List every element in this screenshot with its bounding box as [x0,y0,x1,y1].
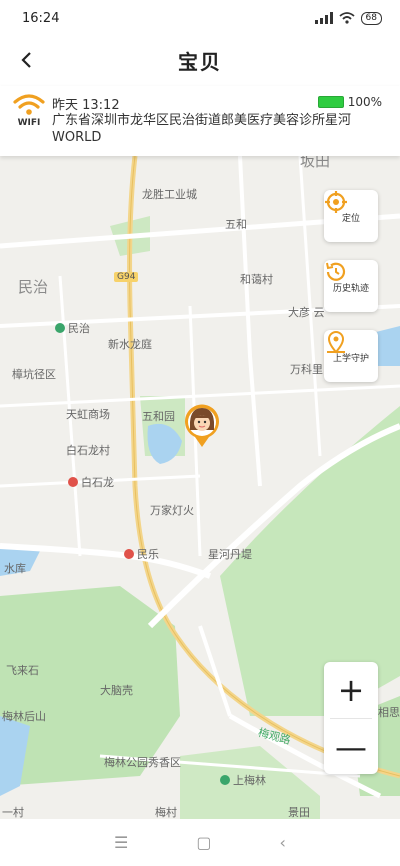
battery-icon [317,96,344,108]
wifi-status-icon [338,12,355,24]
map-label-meicun: 梅村 [155,806,177,819]
wifi-icon [13,94,45,115]
map-label-dafen: 大彦 云 [288,306,325,319]
nav-bar: 宝贝 [0,36,400,84]
system-navigation-bar: ☰ ▢ ‹ [0,819,400,866]
map-label-hefengcun: 和蔼村 [240,273,273,286]
menu-nav-button[interactable]: ☰ [114,833,128,852]
map-label-g94: G94 [114,272,139,282]
history-track-button[interactable]: 历史轨迹 [324,260,378,312]
map-label-meilinhoushan: 梅林后山 [2,710,46,723]
map-label-jingtian: 景田 [288,806,310,819]
map-label-xingheda: 星河丹堤 [208,548,252,561]
home-nav-button[interactable]: ▢ [196,833,211,852]
battery-status-icon: 68 [360,11,382,25]
map-label-yicun: 一村 [2,806,24,819]
back-button[interactable] [10,44,42,76]
map-label-shuiku: 水库 [4,562,26,575]
zoom-in-button[interactable]: + [324,662,378,718]
back-nav-button[interactable]: ‹ [280,833,286,852]
location-time: 昨天 13:12 [52,98,120,113]
map-label-wuhe: 五和 [225,218,247,231]
zoom-out-button[interactable]: — [324,719,378,775]
map-label-minle: 民乐 [124,546,159,562]
location-address: 广东省深圳市龙华区民治街道郎美医疗美容诊所星河WORLD [52,113,352,145]
map-label-danaoke: 大脑壳 [100,684,133,697]
map-label-zhangkengjingqu: 樟坑径区 [12,368,56,381]
map-label-minzhi-area: 民治 [18,278,49,296]
device-battery: 100% [317,95,382,109]
status-time: 16:24 [22,10,60,26]
signal-icon [314,12,333,24]
child-avatar-icon [185,404,219,447]
zoom-controls: + — [324,662,378,774]
map-label-tianhong: 天虹商场 [66,408,110,421]
map-label-xiangmi: 相思 [378,706,400,719]
battery-percent: 100% [347,95,382,109]
map-label-shangmeilin: 上梅林 [220,772,266,788]
page-title: 宝贝 [178,49,222,74]
map-label-meilinpark: 梅林公园秀香区 [104,756,181,769]
location-info-card: WIFI 昨天 13:12 100% 广东省深圳市龙华区民治街道郎美医疗美容诊所… [0,86,400,156]
map-label-bantian: 坂田 [300,156,331,170]
map-label-wankexu: 万科里 [290,363,323,376]
map-view[interactable]: 坂田 民治 龙胜工业城 五和 和蔼村 大彦 云 G94 民治 新水龙庭 樟坑径区… [0,156,400,819]
locate-button[interactable]: 定位 [324,190,378,242]
wifi-label: WIFI [17,118,41,128]
wifi-block: WIFI [12,94,46,128]
location-pin-icon [327,331,345,354]
map-label-baishilong: 白石龙 [68,474,114,490]
map-label-longsheng: 龙胜工业城 [142,188,197,201]
map-label-feilaishi: 飞来石 [6,664,39,677]
map-label-baishilong-text: 白石龙 [81,476,114,489]
status-icons: 68 [314,11,382,25]
chevron-left-icon [21,52,31,68]
map-label-minzhi-station-text: 民治 [68,322,90,335]
school-guard-button[interactable]: 上学守护 [324,330,378,382]
map-label-wuheyuan: 五和园 [142,410,175,423]
map-label-minzhi-station: 民治 [55,320,90,336]
map-label-minle-text: 民乐 [137,548,159,561]
map-label-shangmeilin-text: 上梅林 [233,774,266,787]
status-bar: 16:24 68 [0,0,400,36]
history-clock-icon [326,262,346,281]
map-label-xinshuilongyi: 新水龙庭 [108,338,152,351]
map-label-baishilongcun: 白石龙村 [66,444,110,457]
map-label-wanjiadenghuo: 万家灯火 [150,504,194,517]
child-location-marker[interactable] [183,404,221,448]
crosshair-icon [325,191,347,213]
